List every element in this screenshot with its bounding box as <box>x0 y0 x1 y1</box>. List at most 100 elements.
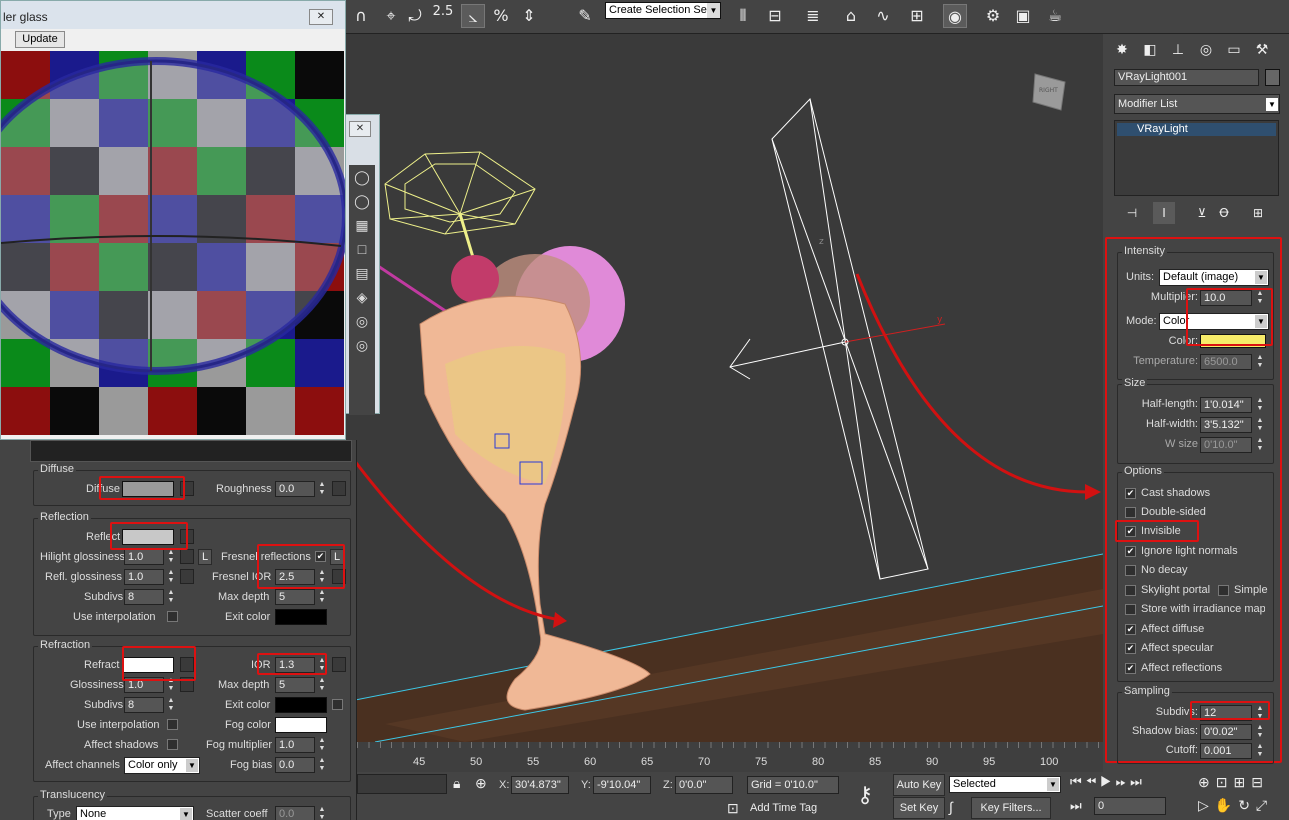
create-tab-icon[interactable]: ✸ <box>1111 39 1133 61</box>
y-coordinate-field[interactable]: -9'10.04" <box>593 776 651 794</box>
fog-bias-input[interactable]: 0.0 <box>275 757 315 773</box>
show-end-result-icon[interactable]: Ι <box>1153 202 1175 224</box>
render-setup-icon[interactable]: ⚙ <box>981 4 1005 28</box>
refr-max-depth-input[interactable]: 5 <box>275 677 315 693</box>
no-decay-checkbox[interactable] <box>1125 565 1136 576</box>
fog-color-swatch[interactable] <box>275 717 327 733</box>
rendered-frame-icon[interactable]: ▣ <box>1011 4 1035 28</box>
select-move-icon[interactable]: ⌖ <box>379 4 403 28</box>
add-time-tag-button[interactable]: Add Time Tag <box>747 800 839 818</box>
modifier-list-dropdown[interactable]: Modifier List ▼ <box>1114 94 1280 114</box>
affect-diffuse-checkbox[interactable]: ✔ <box>1125 624 1136 635</box>
align-icon[interactable]: ⊟ <box>763 4 787 28</box>
roughness-spinner[interactable]: ▲ ▼ <box>317 481 327 498</box>
time-tag-icon[interactable]: ⊡ <box>727 800 739 817</box>
key-filters-button[interactable]: Key Filters... <box>971 797 1051 819</box>
w-size-input[interactable]: 0'10.0" <box>1200 437 1252 453</box>
fog-bias-spinner[interactable]: ▲ ▼ <box>317 757 327 774</box>
display-tab-icon[interactable]: ▭ <box>1223 39 1245 61</box>
temperature-spinner[interactable]: ▲ ▼ <box>1255 354 1265 371</box>
store-irradiance-checkbox[interactable] <box>1125 604 1136 615</box>
object-color-swatch[interactable] <box>1265 69 1280 86</box>
cast-shadows-checkbox[interactable]: ✔ <box>1125 488 1136 499</box>
select-rotate-icon[interactable]: ⤾ <box>403 4 427 28</box>
ior-map-button[interactable] <box>332 657 346 672</box>
stack-item-vraylight[interactable]: VRayLight <box>1117 123 1276 136</box>
refr-max-depth-spinner[interactable]: ▲ ▼ <box>317 677 327 694</box>
z-coordinate-field[interactable]: 0'0.0" <box>675 776 733 794</box>
refr-use-interpolation-checkbox[interactable] <box>167 719 178 730</box>
refr-exit-color-checkbox[interactable] <box>332 699 343 710</box>
hierarchy-tab-icon[interactable]: ⊥ <box>1167 39 1189 61</box>
update-button[interactable]: Update <box>15 31 65 48</box>
refl-gloss-spinner[interactable]: ▲ ▼ <box>166 569 176 586</box>
absolute-mode-icon[interactable]: ⊕ <box>475 775 487 792</box>
configure-sets-icon[interactable]: ⊞ <box>1247 202 1269 224</box>
snap-icon[interactable]: ∩ <box>349 4 373 28</box>
curve-editor-icon[interactable]: ∿ <box>871 4 895 28</box>
lock-selection-icon[interactable]: 🔒︎ <box>453 775 460 792</box>
percent-snap-icon[interactable]: % <box>489 4 513 28</box>
hilight-spinner[interactable]: ▲ ▼ <box>166 549 176 566</box>
half-width-spinner[interactable]: ▲ ▼ <box>1255 417 1265 434</box>
scatter-spinner[interactable]: ▲ ▼ <box>317 806 327 820</box>
refl-gloss-map-button[interactable] <box>180 569 194 584</box>
tangent-icon[interactable]: ∫ <box>949 799 953 815</box>
named-selection-icon[interactable]: ✎ <box>573 4 597 28</box>
refl-glossiness-input[interactable]: 1.0 <box>124 569 164 585</box>
simple-checkbox[interactable] <box>1218 585 1229 596</box>
motion-tab-icon[interactable]: ◎ <box>1195 39 1217 61</box>
double-sided-checkbox[interactable] <box>1125 507 1136 518</box>
hilight-lock-button[interactable]: L <box>198 549 212 565</box>
half-length-spinner[interactable]: ▲ ▼ <box>1255 397 1265 414</box>
viewport-nav-top-icons[interactable]: ⊕⊡⊞⊟ <box>1198 774 1269 791</box>
affect-specular-checkbox[interactable]: ✔ <box>1125 643 1136 654</box>
fog-mult-spinner[interactable]: ▲ ▼ <box>317 737 327 754</box>
selection-set-dropdown[interactable]: Create Selection Se ▼ <box>605 2 721 19</box>
refl-subdivs-spinner[interactable]: ▲ ▼ <box>166 589 176 606</box>
timeline[interactable]: 45 50 55 60 65 70 75 80 85 90 95 100 <box>357 742 1103 772</box>
spinner-snap-icon[interactable]: ⇕ <box>517 4 541 28</box>
translucency-type-dropdown[interactable]: None ▼ <box>76 806 194 820</box>
modify-tab-icon[interactable]: ◧ <box>1139 39 1161 61</box>
selection-filter-dropdown[interactable]: Selected ▼ <box>949 776 1061 793</box>
refl-max-depth-spinner[interactable]: ▲ ▼ <box>317 589 327 606</box>
ignore-light-normals-checkbox[interactable]: ✔ <box>1125 546 1136 557</box>
w-size-spinner[interactable]: ▲ ▼ <box>1255 437 1265 454</box>
hilight-map-button[interactable] <box>180 549 194 564</box>
affect-channels-dropdown[interactable]: Color only ▼ <box>124 757 200 774</box>
units-dropdown[interactable]: Default (image) ▼ <box>1159 269 1269 286</box>
set-key-button[interactable]: Set Key <box>893 797 945 819</box>
perspective-viewport[interactable]: RIGHT y z <box>345 34 1103 742</box>
viewport-nav-bottom-icons[interactable]: ▷✋↻⤢ <box>1198 797 1273 814</box>
render-production-icon[interactable]: ☕ <box>1043 4 1067 28</box>
refl-exit-color-swatch[interactable] <box>275 609 327 625</box>
x-coordinate-field[interactable]: 30'4.873" <box>511 776 569 794</box>
close-icon[interactable]: ✕ <box>349 121 371 137</box>
material-editor-icon[interactable]: ◉ <box>943 4 967 28</box>
cutoff-input[interactable]: 0.001 <box>1200 743 1252 759</box>
utilities-tab-icon[interactable]: ⚒ <box>1251 39 1273 61</box>
refr-exit-color-swatch[interactable] <box>275 697 327 713</box>
angle-snap-icon[interactable]: ⦣ <box>461 4 485 28</box>
skylight-portal-checkbox[interactable] <box>1125 585 1136 596</box>
shadow-bias-spinner[interactable]: ▲ ▼ <box>1255 724 1265 741</box>
current-frame-field[interactable]: 0 <box>1094 797 1166 815</box>
cutoff-spinner[interactable]: ▲ ▼ <box>1255 743 1265 760</box>
playback-buttons[interactable]: ⏮︎⏪︎▶︎⏩︎⏭︎ <box>1070 774 1146 790</box>
roughness-map-button[interactable] <box>332 481 346 496</box>
layer-manager-icon[interactable]: ≣ <box>801 4 825 28</box>
graphite-icon[interactable]: ⌂ <box>839 4 863 28</box>
half-width-input[interactable]: 3'5.132" <box>1200 417 1252 433</box>
affect-shadows-checkbox[interactable] <box>167 739 178 750</box>
half-length-input[interactable]: 1'0.014" <box>1200 397 1252 413</box>
make-unique-icon[interactable]: ⊻ <box>1191 202 1213 224</box>
mirror-icon[interactable]: ⫴ <box>731 4 755 28</box>
auto-key-button[interactable]: Auto Key <box>893 774 945 796</box>
maxscript-listener[interactable] <box>357 774 447 794</box>
refl-max-depth-input[interactable]: 5 <box>275 589 315 605</box>
shadow-bias-input[interactable]: 0'0.02" <box>1200 724 1252 740</box>
refl-use-interpolation-checkbox[interactable] <box>167 611 178 622</box>
side-tool-icons[interactable]: ◯ ◯ ▦ □ ▤ ◈ ◎ ◎ <box>349 165 375 357</box>
affect-reflections-checkbox[interactable]: ✔ <box>1125 663 1136 674</box>
